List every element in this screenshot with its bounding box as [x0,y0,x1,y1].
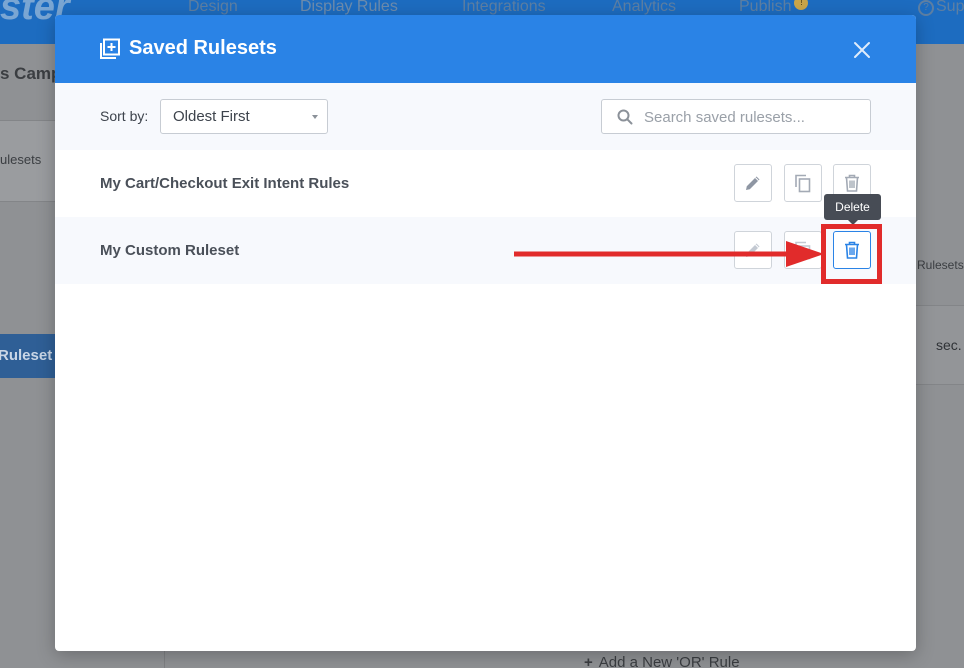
modal-header: Saved Rulesets [55,15,916,83]
search-icon [617,109,633,125]
nav-publish-label: Publish [739,0,792,15]
help-label: Sup [936,0,964,15]
nav-integrations[interactable]: Integrations [462,0,546,16]
chevron-down-icon [312,115,318,119]
copy-icon [795,174,811,193]
trash-icon [845,174,859,192]
campaign-title-fragment: s Camp [0,64,62,83]
sort-label: Sort by: [100,108,149,124]
saved-rulesets-modal: Saved Rulesets Sort by: Oldest First My … [55,15,916,651]
ruleset-name[interactable]: My Cart/Checkout Exit Intent Rules [100,175,349,192]
plus-icon: + [584,654,593,668]
add-or-rule-label: Add a New 'OR' Rule [598,654,740,668]
nav-design[interactable]: Design [188,0,238,16]
ruleset-name[interactable]: My Custom Ruleset [100,242,239,259]
close-icon[interactable] [849,37,875,63]
nav-display-rules[interactable]: Display Rules [300,0,398,16]
pencil-icon [746,176,760,190]
rulesets-tab-fragment: ulesets [0,152,42,167]
nav-publish[interactable]: Publish! [739,0,809,16]
sort-select-value: Oldest First [173,108,250,125]
delete-tooltip: Delete [824,194,881,225]
sort-select[interactable]: Oldest First [160,99,328,134]
modal-title: Saved Rulesets [129,37,277,59]
saved-rulesets-icon [100,38,120,59]
modal-toolbar: Sort by: Oldest First [55,83,916,150]
search-input[interactable] [644,107,864,127]
nav-analytics[interactable]: Analytics [612,0,676,16]
right-sec-fragment: sec. [936,337,962,353]
edit-ruleset-button[interactable] [734,164,772,202]
add-or-rule-link[interactable]: + Add a New 'OR' Rule [584,654,740,668]
search-field[interactable] [601,99,871,134]
help-link[interactable]: ? Sup [918,0,964,16]
annotation-arrow [514,241,824,267]
ruleset-button-fragment[interactable]: Ruleset [0,334,56,378]
publish-warning-badge: ! [794,0,809,10]
ruleset-row: My Cart/Checkout Exit Intent Rules [55,150,916,217]
annotation-highlight-box [821,224,882,284]
help-icon: ? [918,0,934,16]
copy-ruleset-button[interactable] [784,164,822,202]
right-rulesets-fragment: Rulesets [917,258,964,272]
